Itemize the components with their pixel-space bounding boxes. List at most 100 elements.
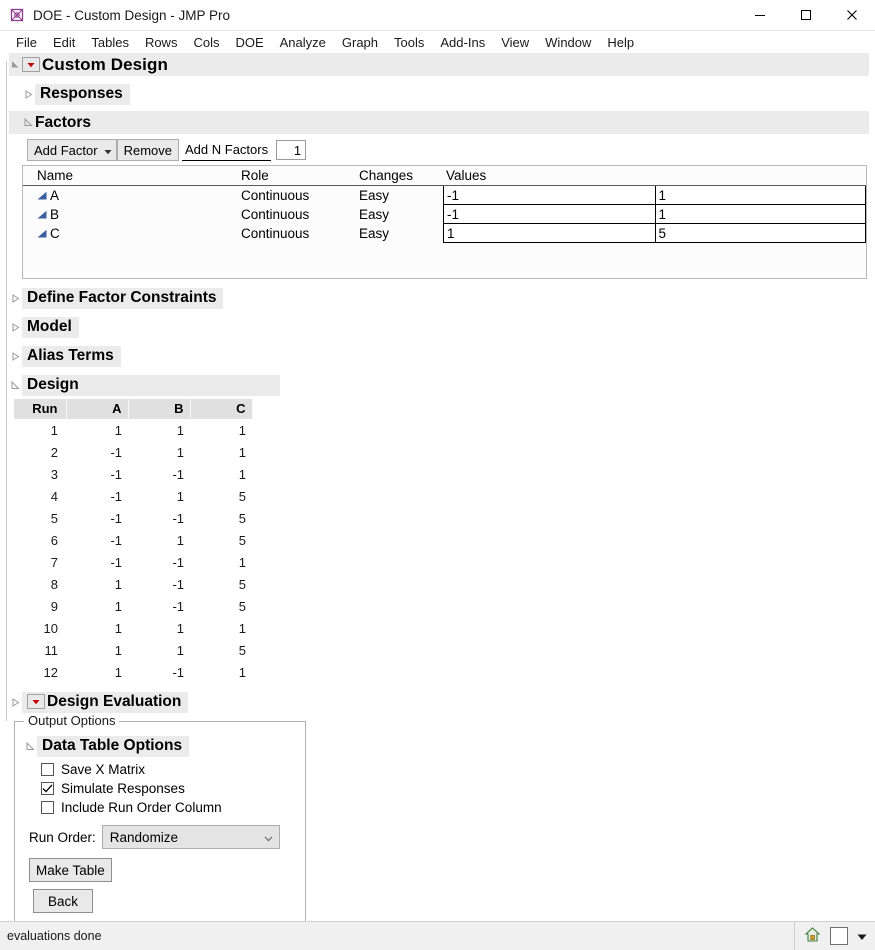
menu-edit[interactable]: Edit bbox=[45, 33, 83, 52]
table-row[interactable]: 12 1 -1 1 bbox=[14, 661, 252, 683]
close-button[interactable] bbox=[829, 0, 875, 30]
factor-value-high[interactable]: 1 bbox=[654, 186, 866, 205]
design-a[interactable]: -1 bbox=[66, 441, 128, 463]
checkbox-simulate-responses[interactable]: Simulate Responses bbox=[41, 781, 305, 796]
design-b[interactable]: -1 bbox=[128, 507, 190, 529]
model-outline[interactable]: Model bbox=[9, 315, 875, 339]
menu-window[interactable]: Window bbox=[537, 33, 599, 52]
make-table-button[interactable]: Make Table bbox=[29, 858, 112, 882]
checkbox-save-x-matrix[interactable]: Save X Matrix bbox=[41, 762, 305, 777]
disclosure-open-icon-factors[interactable] bbox=[22, 118, 35, 127]
factor-value-low[interactable]: -1 bbox=[443, 205, 655, 224]
factor-role[interactable]: Continuous bbox=[241, 207, 359, 222]
table-row[interactable]: A Continuous Easy -1 1 bbox=[23, 186, 866, 205]
red-triangle-menu-icon[interactable] bbox=[22, 57, 40, 72]
factor-role[interactable]: Continuous bbox=[241, 188, 359, 203]
menu-add-ins[interactable]: Add-Ins bbox=[432, 33, 493, 52]
design-c[interactable]: 1 bbox=[190, 551, 252, 573]
design-a[interactable]: -1 bbox=[66, 485, 128, 507]
responses-outline[interactable]: Responses bbox=[9, 82, 875, 106]
design-evaluation-outline[interactable]: Design Evaluation bbox=[9, 690, 875, 714]
disclosure-closed-icon-alias[interactable] bbox=[9, 351, 22, 361]
disclosure-open-icon-data-table[interactable] bbox=[24, 741, 37, 751]
checkbox-icon-unchecked[interactable] bbox=[41, 801, 54, 814]
status-white-box[interactable] bbox=[830, 927, 848, 945]
table-row[interactable]: 4 -1 1 5 bbox=[14, 485, 252, 507]
section-data-table-options[interactable]: Data Table Options bbox=[37, 735, 190, 757]
menu-tools[interactable]: Tools bbox=[386, 33, 432, 52]
maximize-button[interactable] bbox=[783, 0, 829, 30]
menu-doe[interactable]: DOE bbox=[227, 33, 271, 52]
section-design-evaluation-pill[interactable]: Design Evaluation bbox=[22, 691, 189, 713]
design-col-b[interactable]: B bbox=[128, 399, 191, 419]
design-c[interactable]: 5 bbox=[190, 507, 252, 529]
remove-button[interactable]: Remove bbox=[116, 139, 180, 161]
design-a[interactable]: 1 bbox=[66, 639, 128, 661]
design-a[interactable]: 1 bbox=[66, 419, 128, 441]
factor-name[interactable]: A bbox=[50, 188, 59, 203]
design-b[interactable]: 1 bbox=[128, 485, 190, 507]
design-a[interactable]: -1 bbox=[66, 507, 128, 529]
table-row[interactable]: 6 -1 1 5 bbox=[14, 529, 252, 551]
table-row[interactable]: 9 1 -1 5 bbox=[14, 595, 252, 617]
table-row[interactable]: 8 1 -1 5 bbox=[14, 573, 252, 595]
menu-view[interactable]: View bbox=[493, 33, 537, 52]
design-b[interactable]: 1 bbox=[128, 639, 190, 661]
design-a[interactable]: 1 bbox=[66, 595, 128, 617]
add-factor-button[interactable]: Add Factor bbox=[27, 139, 117, 161]
table-row[interactable]: 1 1 1 1 bbox=[14, 419, 252, 441]
design-outline[interactable]: Design bbox=[9, 373, 875, 397]
factor-value-high[interactable]: 5 bbox=[654, 224, 866, 243]
disclosure-open-icon[interactable] bbox=[9, 60, 22, 69]
menu-tables[interactable]: Tables bbox=[83, 33, 137, 52]
table-row[interactable]: 3 -1 -1 1 bbox=[14, 463, 252, 485]
design-a[interactable]: -1 bbox=[66, 529, 128, 551]
factor-name[interactable]: B bbox=[50, 207, 59, 222]
disclosure-closed-icon[interactable] bbox=[22, 89, 35, 99]
design-c[interactable]: 5 bbox=[190, 573, 252, 595]
design-b[interactable]: 1 bbox=[128, 441, 190, 463]
factor-name[interactable]: C bbox=[50, 226, 60, 241]
design-c[interactable]: 1 bbox=[190, 661, 252, 683]
design-col-a[interactable]: A bbox=[66, 399, 129, 419]
table-row[interactable]: C Continuous Easy 1 5 bbox=[23, 224, 866, 243]
home-lock-icon[interactable] bbox=[804, 926, 821, 946]
section-design[interactable]: Design bbox=[22, 374, 280, 396]
design-a[interactable]: -1 bbox=[66, 551, 128, 573]
add-n-factors-label[interactable]: Add N Factors bbox=[182, 140, 272, 161]
factor-changes[interactable]: Easy bbox=[359, 207, 443, 222]
table-row[interactable]: 2 -1 1 1 bbox=[14, 441, 252, 463]
section-define-factor-constraints[interactable]: Define Factor Constraints bbox=[22, 287, 224, 309]
factor-value-high[interactable]: 1 bbox=[654, 205, 866, 224]
caret-down-icon[interactable] bbox=[857, 929, 867, 944]
design-c[interactable]: 1 bbox=[190, 441, 252, 463]
factor-changes[interactable]: Easy bbox=[359, 226, 443, 241]
design-c[interactable]: 1 bbox=[190, 419, 252, 441]
disclosure-closed-icon-model[interactable] bbox=[9, 322, 22, 332]
design-c[interactable]: 5 bbox=[190, 485, 252, 507]
design-col-run[interactable]: Run bbox=[14, 399, 67, 419]
factors-outline[interactable]: Factors bbox=[9, 111, 869, 134]
design-b[interactable]: -1 bbox=[128, 551, 190, 573]
back-button[interactable]: Back bbox=[33, 889, 94, 913]
design-c[interactable]: 5 bbox=[190, 595, 252, 617]
disclosure-open-icon-design[interactable] bbox=[9, 380, 22, 390]
design-c[interactable]: 5 bbox=[190, 639, 252, 661]
define-factor-constraints-outline[interactable]: Define Factor Constraints bbox=[9, 286, 875, 310]
alias-terms-outline[interactable]: Alias Terms bbox=[9, 344, 875, 368]
design-a[interactable]: -1 bbox=[66, 463, 128, 485]
section-alias-terms[interactable]: Alias Terms bbox=[22, 345, 121, 367]
disclosure-closed-icon-constraints[interactable] bbox=[9, 293, 22, 303]
design-b[interactable]: -1 bbox=[128, 573, 190, 595]
disclosure-closed-icon-evaluation[interactable] bbox=[9, 697, 22, 707]
add-n-factors-input[interactable]: 1 bbox=[276, 140, 307, 160]
design-b[interactable]: -1 bbox=[128, 595, 190, 617]
red-triangle-menu-icon-evaluation[interactable] bbox=[27, 694, 45, 709]
custom-design-outline[interactable]: Custom Design bbox=[9, 53, 869, 76]
menu-graph[interactable]: Graph bbox=[334, 33, 386, 52]
data-table-options-outline[interactable]: Data Table Options bbox=[24, 734, 305, 758]
design-a[interactable]: 1 bbox=[66, 617, 128, 639]
design-b[interactable]: -1 bbox=[128, 463, 190, 485]
design-b[interactable]: 1 bbox=[128, 617, 190, 639]
menu-help[interactable]: Help bbox=[599, 33, 642, 52]
